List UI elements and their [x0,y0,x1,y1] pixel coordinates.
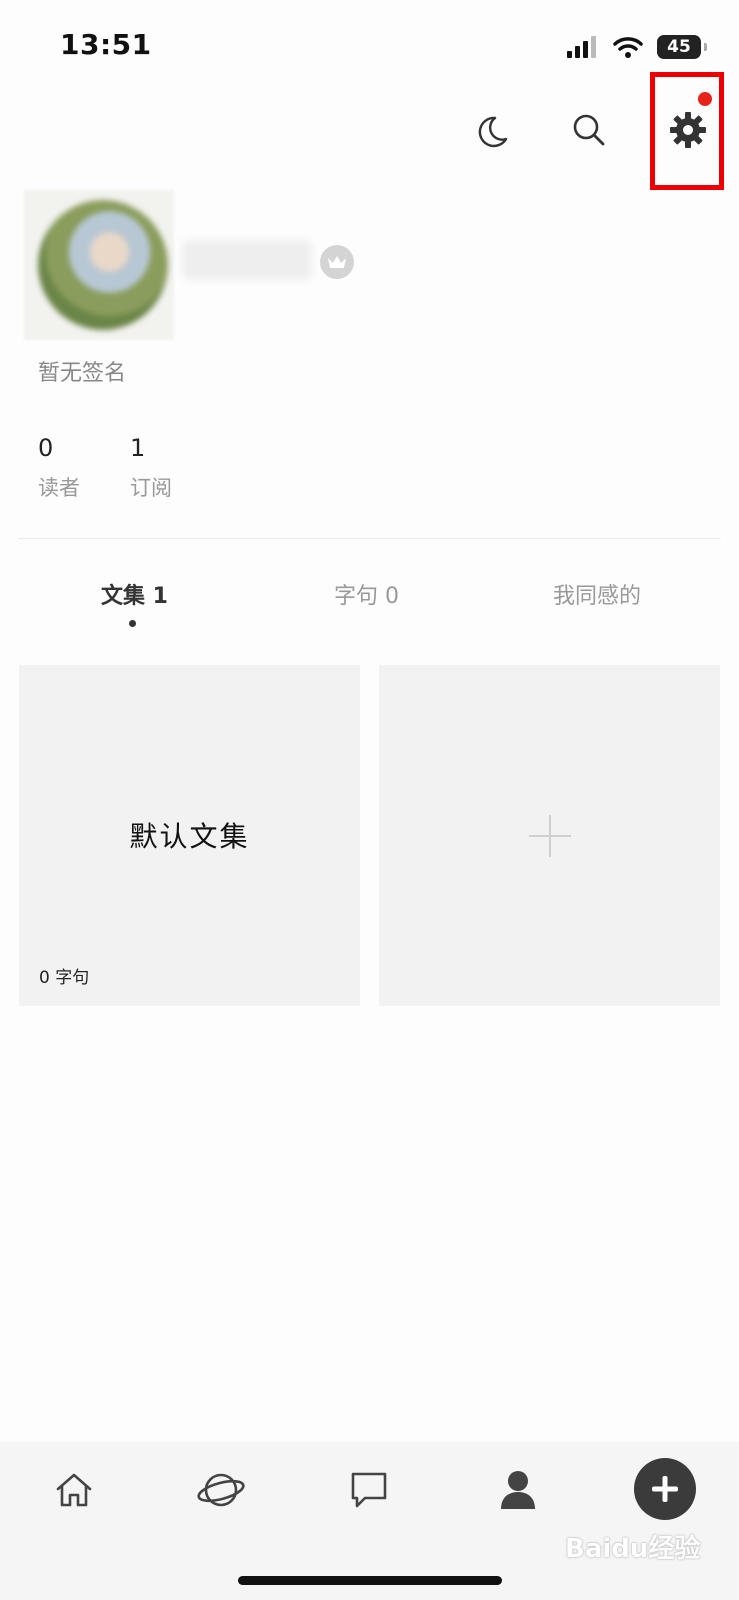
plus-icon [652,1476,678,1502]
highlight-box [650,72,724,190]
baidu-watermark: Baidu经验 [565,1534,701,1564]
collection-title: 默认文集 [129,820,250,853]
add-collection-card[interactable] [379,665,720,1006]
status-time: 13:51 [60,28,152,61]
signature-text: 暂无签名 [38,361,127,386]
avatar[interactable] [38,200,168,330]
home-indicator[interactable] [238,1576,502,1585]
readers-label[interactable]: 读者 [38,472,80,502]
divider [18,538,721,539]
cellular-signal-icon [567,36,596,58]
nav-home-icon[interactable] [46,1462,102,1518]
collection-card-default[interactable]: 默认文集 0 字句 [19,665,360,1006]
battery-indicator: 45 [657,35,707,59]
create-plus-button[interactable] [634,1458,696,1520]
search-icon[interactable] [567,108,611,152]
username-blurred [182,240,312,280]
tab-sentences[interactable]: 字句 0 [334,578,399,610]
subscriptions-count[interactable]: 1 [130,434,145,462]
nav-messages-icon[interactable] [341,1462,397,1518]
status-icons: 45 [567,32,707,62]
nav-profile-icon[interactable] [490,1462,546,1518]
subscriptions-label[interactable]: 订阅 [130,472,172,502]
collection-count: 0 字句 [39,968,90,988]
tab-resonated[interactable]: 我同感的 [553,578,641,610]
plus-icon [529,815,571,857]
crown-badge-icon [320,245,354,279]
night-mode-moon-icon[interactable] [470,110,514,154]
wifi-icon [613,37,643,58]
tab-collections[interactable]: 文集 1 [101,578,168,610]
active-tab-indicator [129,620,136,627]
nav-discover-planet-icon[interactable] [193,1462,249,1518]
readers-count[interactable]: 0 [38,434,53,462]
